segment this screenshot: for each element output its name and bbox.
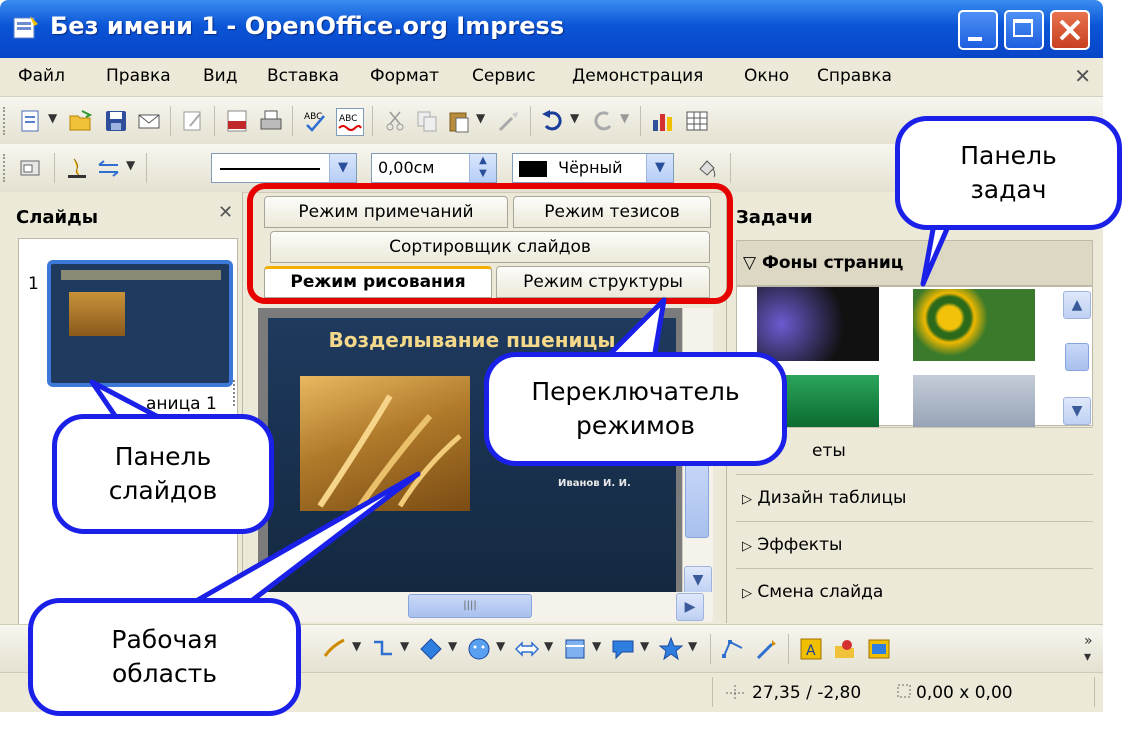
- callout-tasks-text: Панель задач: [960, 141, 1057, 204]
- callout-mode-switcher: Переключатель режимов: [484, 352, 787, 466]
- callout-switcher-text: Переключатель режимов: [531, 377, 740, 440]
- callout-slides-text: Панель слайдов: [108, 442, 218, 505]
- callout-work-area: Рабочая область: [28, 598, 301, 716]
- callout-work-text: Рабочая область: [111, 625, 218, 688]
- callout-tasks-panel: Панель задач: [895, 116, 1122, 230]
- tasks-callout-tail: [920, 219, 953, 287]
- callout-slides-panel: Панель слайдов: [52, 414, 274, 534]
